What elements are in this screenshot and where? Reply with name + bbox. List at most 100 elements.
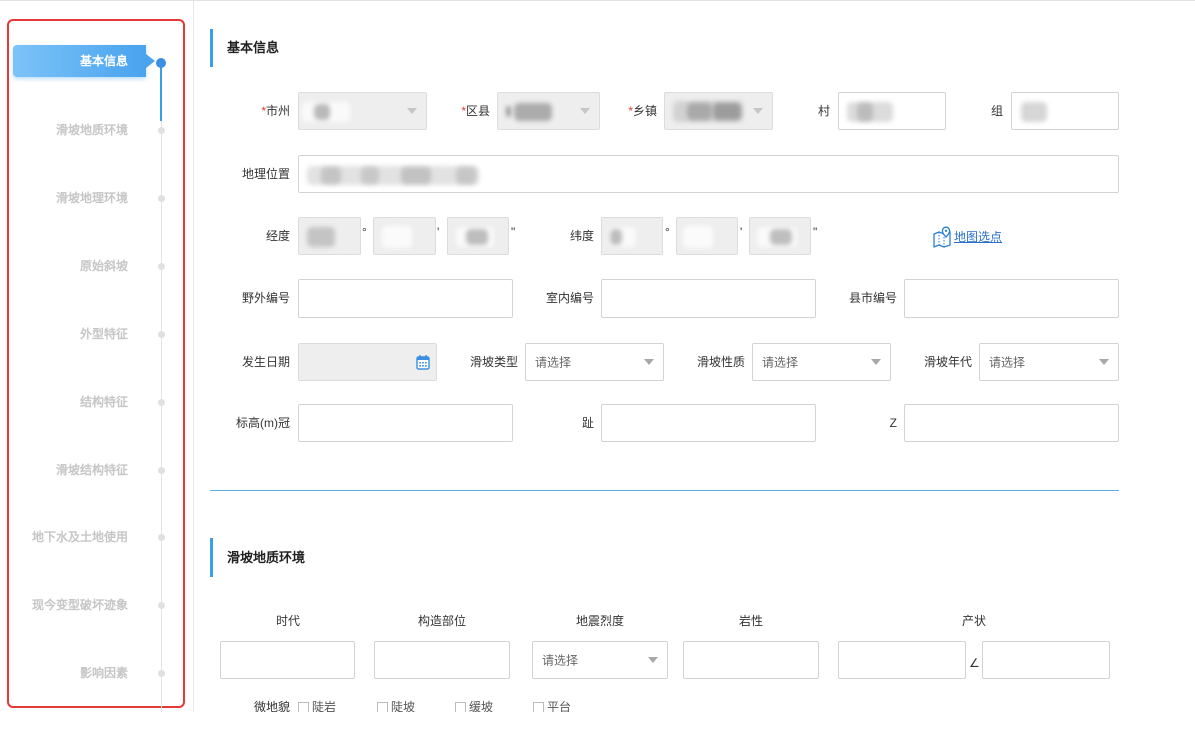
- longitude-second-input[interactable]: [447, 217, 509, 255]
- column-header-lithology: 岩性: [738, 614, 763, 628]
- map-pin-icon[interactable]: [933, 226, 953, 248]
- longitude-label: 经度: [265, 229, 290, 243]
- micro-landform-label: 微地貌: [253, 700, 290, 712]
- redacted-value: [456, 167, 476, 184]
- location-input[interactable]: [298, 155, 1119, 193]
- field-number-input[interactable]: [298, 279, 513, 318]
- sidebar-item-label: 原始斜坡: [79, 259, 128, 273]
- landslide-era-select[interactable]: 请选择: [979, 343, 1119, 381]
- redacted-value: [321, 167, 341, 184]
- landslide-nature-select[interactable]: 请选择: [752, 343, 891, 381]
- tectonic-position-input[interactable]: [374, 641, 510, 679]
- degree-unit: °: [362, 225, 367, 239]
- redacted-value: [610, 229, 622, 245]
- timeline-dot: [158, 263, 165, 270]
- checkbox-label: 陡岩: [312, 700, 337, 712]
- timeline-dot: [158, 331, 165, 338]
- timeline-dot: [158, 670, 165, 677]
- field-number-label: 野外编号: [241, 291, 290, 305]
- redacted-value: [687, 103, 712, 120]
- longitude-minute-input[interactable]: [373, 217, 436, 255]
- checkbox-platform[interactable]: [533, 702, 544, 712]
- elevation-crown-label: 标高(m)冠: [236, 416, 290, 430]
- redacted-value: [466, 229, 488, 245]
- attitude-dip-direction-input[interactable]: [838, 641, 966, 679]
- calendar-icon[interactable]: [416, 354, 430, 370]
- angle-symbol: ∠: [969, 656, 980, 670]
- latitude-minute-input[interactable]: [676, 217, 738, 255]
- chevron-down-icon: [753, 108, 763, 114]
- elevation-z-input[interactable]: [904, 404, 1119, 442]
- minute-unit: ': [437, 225, 440, 239]
- sidebar-item-label: 滑坡结构特征: [55, 463, 128, 477]
- town-select[interactable]: [664, 92, 773, 130]
- map-pick-link[interactable]: 地图选点: [954, 228, 1002, 246]
- elevation-crown-input[interactable]: [298, 404, 513, 442]
- elevation-toe-input[interactable]: [601, 404, 816, 442]
- sidebar-item-label: 影响因素: [79, 666, 128, 680]
- landslide-type-label: 滑坡类型: [469, 355, 518, 369]
- chevron-down-icon: [1099, 359, 1109, 365]
- lithology-input[interactable]: [683, 641, 819, 679]
- district-select[interactable]: [497, 92, 600, 130]
- group-label: 组: [990, 104, 1003, 118]
- landslide-type-select[interactable]: 请选择: [525, 343, 664, 381]
- latitude-label: 纬度: [569, 229, 594, 243]
- timeline-dot: [158, 602, 165, 609]
- latitude-degree-input[interactable]: [601, 217, 663, 255]
- group-input[interactable]: [1011, 92, 1119, 130]
- section-title-basic-info: 基本信息: [227, 40, 280, 55]
- attitude-dip-angle-input[interactable]: [982, 641, 1110, 679]
- seismic-intensity-select[interactable]: 请选择: [532, 641, 668, 679]
- checkbox-label: 陡坡: [391, 700, 416, 712]
- checkbox-steep-slope[interactable]: [377, 702, 388, 712]
- sidebar-item-label: 地下水及土地使用: [31, 530, 128, 544]
- occurrence-date-input[interactable]: [298, 343, 437, 381]
- timeline-dot-active: [156, 58, 166, 68]
- chevron-down-icon: [644, 359, 654, 365]
- column-header-attitude: 产状: [961, 614, 986, 628]
- checkbox-steep-rock[interactable]: [298, 702, 309, 712]
- second-unit: ": [813, 225, 818, 239]
- section-accent-bar: [210, 29, 213, 67]
- timeline-dot: [158, 127, 165, 134]
- sidebar-item-label: 基本信息: [79, 54, 128, 68]
- section-accent-bar: [210, 538, 213, 577]
- checkbox-gentle-slope[interactable]: [455, 702, 466, 712]
- select-placeholder: 请选择: [542, 653, 579, 668]
- checkbox-label: 平台: [547, 700, 572, 712]
- select-placeholder: 请选择: [762, 355, 799, 370]
- county-number-input[interactable]: [904, 279, 1119, 318]
- redacted-value: [307, 227, 335, 247]
- redacted-value: [401, 167, 431, 184]
- redacted-value: [361, 167, 379, 184]
- longitude-degree-input[interactable]: [298, 217, 361, 255]
- chevron-down-icon: [871, 359, 881, 365]
- district-label: *区县: [461, 102, 490, 120]
- redacted-value: [857, 103, 873, 121]
- indoor-number-input[interactable]: [601, 279, 816, 318]
- landslide-era-label: 滑坡年代: [923, 355, 972, 369]
- second-unit: ": [511, 225, 516, 239]
- column-header-seismic-intensity: 地震烈度: [575, 614, 624, 628]
- section-divider: [210, 490, 1119, 491]
- redacted-value: [314, 104, 330, 120]
- district-label-text: 区县: [465, 104, 490, 118]
- latitude-second-input[interactable]: [749, 217, 811, 255]
- timeline-dot: [158, 534, 165, 541]
- geologic-era-input[interactable]: [220, 641, 355, 679]
- column-header-tectonic-position: 构造部位: [417, 614, 466, 628]
- city-select[interactable]: [298, 92, 427, 130]
- sidebar-item-label: 滑坡地质环境: [55, 123, 128, 137]
- sidebar-item-label: 结构特征: [79, 395, 128, 409]
- town-label: *乡镇: [628, 102, 657, 120]
- town-label-text: 乡镇: [632, 104, 657, 118]
- landslide-nature-label: 滑坡性质: [696, 355, 745, 369]
- city-label: *市州: [261, 102, 290, 120]
- redacted-value: [770, 229, 792, 245]
- timeline-dot: [158, 467, 165, 474]
- location-label: 地理位置: [241, 167, 290, 181]
- village-input[interactable]: [838, 92, 946, 130]
- column-header-era: 时代: [275, 614, 300, 628]
- page-viewport: 基本信息 滑坡地质环境 滑坡地理环境 原始斜坡 外型特征 结构特征 滑坡结构特征…: [0, 0, 1195, 712]
